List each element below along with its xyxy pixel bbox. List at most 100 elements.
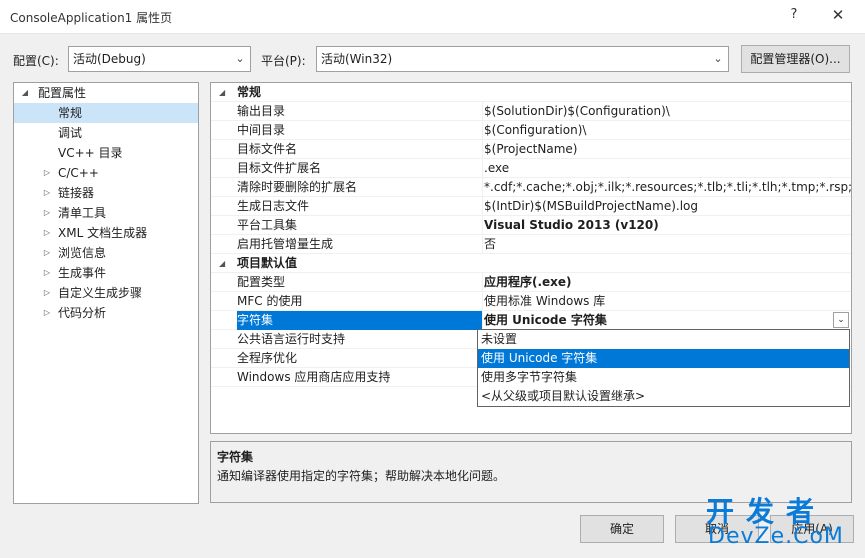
description-title: 字符集 bbox=[217, 450, 254, 464]
property-value[interactable]: Visual Studio 2013 (v120) bbox=[482, 216, 851, 235]
tree-item-label: 链接器 bbox=[58, 186, 95, 200]
property-row[interactable]: 清除时要删除的扩展名 *.cdf;*.cache;*.obj;*.ilk;*.re… bbox=[211, 178, 851, 197]
ok-button[interactable]: 确定 bbox=[580, 515, 664, 543]
chevron-down-icon: ⌄ bbox=[713, 52, 723, 65]
property-name: Windows 应用商店应用支持 bbox=[237, 370, 391, 384]
collapse-arrow-icon[interactable]: ◢ bbox=[219, 83, 225, 102]
tree-root-node[interactable]: ◢ 配置属性 bbox=[14, 83, 198, 103]
property-name: 目标文件扩展名 bbox=[237, 161, 322, 175]
config-select-value: 活动(Debug) bbox=[73, 52, 146, 66]
tree-item[interactable]: ▷ 自定义生成步骤 bbox=[14, 283, 198, 303]
grid-category-title: 项目默认值 bbox=[237, 256, 298, 270]
platform-label: 平台(P): bbox=[261, 54, 306, 68]
expand-arrow-icon[interactable]: ▷ bbox=[42, 303, 52, 323]
property-name: 输出目录 bbox=[237, 104, 286, 118]
platform-select[interactable]: 活动(Win32) ⌄ bbox=[316, 46, 729, 72]
description-text: 通知编译器使用指定的字符集；帮助解决本地化问题。 bbox=[217, 469, 506, 483]
property-value[interactable]: 使用 Unicode 字符集 bbox=[482, 311, 851, 330]
property-name: MFC 的使用 bbox=[237, 294, 303, 308]
tree-item[interactable]: 调试 bbox=[14, 123, 198, 143]
grid-category-row[interactable]: ◢ 常规 bbox=[211, 83, 851, 102]
property-row[interactable]: 目标文件名 $(ProjectName) bbox=[211, 140, 851, 159]
expand-arrow-icon[interactable]: ▷ bbox=[42, 183, 52, 203]
tree-root-label: 配置属性 bbox=[38, 86, 87, 100]
dropdown-option[interactable]: 未设置 bbox=[478, 330, 849, 349]
tree-item-label: VC++ 目录 bbox=[58, 146, 123, 160]
chevron-down-icon: ⌄ bbox=[235, 52, 245, 65]
configuration-toolbar: 配置(C): 活动(Debug) ⌄ 平台(P): 活动(Win32) ⌄ 配置… bbox=[0, 40, 865, 76]
property-value[interactable]: *.cdf;*.cache;*.obj;*.ilk;*.resources;*.… bbox=[482, 178, 851, 197]
help-button[interactable]: ? bbox=[782, 7, 806, 27]
tree-item-label: 清单工具 bbox=[58, 206, 107, 220]
tree-item[interactable]: ▷ 浏览信息 bbox=[14, 243, 198, 263]
expand-arrow-icon[interactable]: ▷ bbox=[42, 283, 52, 303]
property-value[interactable]: $(IntDir)$(MSBuildProjectName).log bbox=[482, 197, 851, 216]
tree-item-label: C/C++ bbox=[58, 166, 99, 180]
property-name: 字符集 bbox=[237, 311, 482, 330]
tree-item[interactable]: VC++ 目录 bbox=[14, 143, 198, 163]
property-row[interactable]: 中间目录 $(Configuration)\ bbox=[211, 121, 851, 140]
property-value[interactable]: 否 bbox=[482, 235, 851, 254]
grid-category-title: 常规 bbox=[237, 85, 262, 99]
property-row[interactable]: 目标文件扩展名 .exe bbox=[211, 159, 851, 178]
property-name: 平台工具集 bbox=[237, 218, 298, 232]
property-value[interactable]: 应用程序(.exe) bbox=[482, 273, 851, 292]
property-row[interactable]: 配置类型 应用程序(.exe) bbox=[211, 273, 851, 292]
tree-item[interactable]: 常规 bbox=[14, 103, 198, 123]
watermark-en-text: DevZe.CoM bbox=[708, 524, 844, 549]
property-name: 全程序优化 bbox=[237, 351, 298, 365]
tree-item-label: 生成事件 bbox=[58, 266, 107, 280]
tree-item-label: 常规 bbox=[58, 106, 83, 120]
tree-item-label: 代码分析 bbox=[58, 306, 107, 320]
expand-arrow-icon[interactable]: ▷ bbox=[42, 163, 52, 183]
property-value[interactable]: $(SolutionDir)$(Configuration)\ bbox=[482, 102, 851, 121]
title-bar: ConsoleApplication1 属性页 ? ✕ bbox=[0, 0, 865, 34]
tree-item-label: 自定义生成步骤 bbox=[58, 286, 143, 300]
tree-item[interactable]: ▷ 链接器 bbox=[14, 183, 198, 203]
window-title: ConsoleApplication1 属性页 bbox=[10, 11, 173, 25]
property-value[interactable]: 使用标准 Windows 库 bbox=[482, 292, 851, 311]
tree-item[interactable]: ▷ XML 文档生成器 bbox=[14, 223, 198, 243]
tree-item-label: 调试 bbox=[58, 126, 83, 140]
tree-item[interactable]: ▷ 代码分析 bbox=[14, 303, 198, 323]
tree-item[interactable]: ▷ 清单工具 bbox=[14, 203, 198, 223]
property-name: 清除时要删除的扩展名 bbox=[237, 180, 358, 194]
expand-arrow-icon[interactable]: ▷ bbox=[42, 243, 52, 263]
close-button[interactable]: ✕ bbox=[826, 6, 850, 26]
property-name: 公共语言运行时支持 bbox=[237, 332, 346, 346]
grid-category-row[interactable]: ◢ 项目默认值 bbox=[211, 254, 851, 273]
watermark-logo: 开发者 DevZe.CoM bbox=[706, 490, 856, 552]
property-name: 生成日志文件 bbox=[237, 199, 310, 213]
property-row[interactable]: MFC 的使用 使用标准 Windows 库 bbox=[211, 292, 851, 311]
property-name: 启用托管增量生成 bbox=[237, 237, 334, 251]
config-label: 配置(C): bbox=[13, 54, 59, 68]
property-row[interactable]: 平台工具集 Visual Studio 2013 (v120) bbox=[211, 216, 851, 235]
dropdown-option[interactable]: 使用多字节字符集 bbox=[478, 368, 849, 387]
property-tree: ◢ 配置属性 常规调试 VC++ 目录 ▷ C/C++ ▷ 链接器 ▷ 清单工具 ▷ XML 文档… bbox=[13, 82, 199, 504]
config-manager-button[interactable]: 配置管理器(O)... bbox=[741, 45, 850, 73]
expand-arrow-icon[interactable]: ◢ bbox=[20, 83, 30, 103]
dropdown-option[interactable]: 使用 Unicode 字符集 bbox=[478, 349, 849, 368]
tree-item[interactable]: ▷ 生成事件 bbox=[14, 263, 198, 283]
property-row[interactable]: 字符集 使用 Unicode 字符集 ⌄ bbox=[211, 311, 851, 330]
dropdown-option[interactable]: <从父级或项目默认设置继承> bbox=[478, 387, 849, 406]
charset-dropdown-list: 未设置 使用 Unicode 字符集 使用多字节字符集 <从父级或项目默认设置继承> bbox=[477, 329, 850, 407]
config-select[interactable]: 活动(Debug) ⌄ bbox=[68, 46, 251, 72]
property-name: 目标文件名 bbox=[237, 142, 298, 156]
tree-item[interactable]: ▷ C/C++ bbox=[14, 163, 198, 183]
expand-arrow-icon[interactable]: ▷ bbox=[42, 203, 52, 223]
collapse-arrow-icon[interactable]: ◢ bbox=[219, 254, 225, 273]
property-row[interactable]: 输出目录 $(SolutionDir)$(Configuration)\ bbox=[211, 102, 851, 121]
platform-select-value: 活动(Win32) bbox=[321, 52, 393, 66]
property-value[interactable]: $(ProjectName) bbox=[482, 140, 851, 159]
property-value[interactable]: $(Configuration)\ bbox=[482, 121, 851, 140]
expand-arrow-icon[interactable]: ▷ bbox=[42, 263, 52, 283]
chevron-down-icon[interactable]: ⌄ bbox=[833, 312, 849, 328]
property-value[interactable]: .exe bbox=[482, 159, 851, 178]
tree-item-label: 浏览信息 bbox=[58, 246, 107, 260]
property-name: 中间目录 bbox=[237, 123, 286, 137]
expand-arrow-icon[interactable]: ▷ bbox=[42, 223, 52, 243]
property-row[interactable]: 启用托管增量生成 否 bbox=[211, 235, 851, 254]
property-row[interactable]: 生成日志文件 $(IntDir)$(MSBuildProjectName).log bbox=[211, 197, 851, 216]
property-name: 配置类型 bbox=[237, 275, 286, 289]
